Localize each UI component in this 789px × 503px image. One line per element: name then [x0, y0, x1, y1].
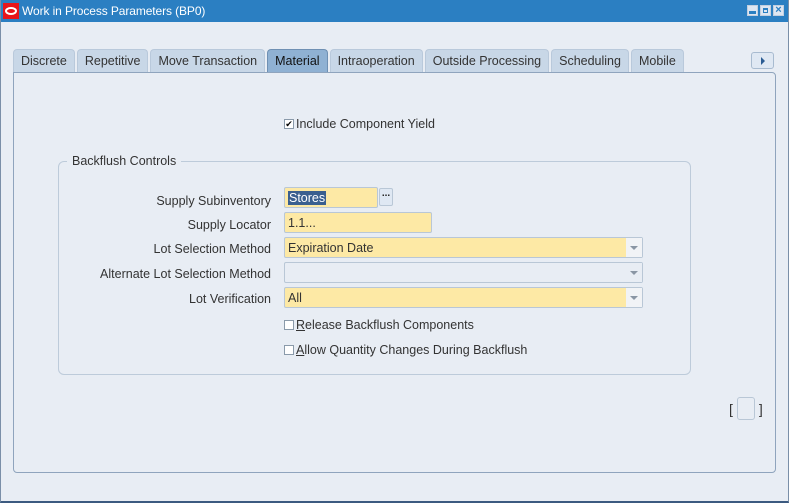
chevron-down-icon[interactable]	[626, 288, 642, 307]
checkbox-unchecked-icon[interactable]	[284, 345, 294, 355]
tab-material[interactable]: Material	[267, 49, 328, 72]
supply-subinventory-field[interactable]: Stores	[284, 187, 378, 208]
flexfield-input[interactable]	[736, 397, 755, 420]
release-backflush-components-checkbox[interactable]: Release Backflush Components	[284, 318, 474, 332]
alternate-lot-selection-method-label: Alternate Lot Selection Method	[100, 267, 271, 281]
tab-discrete[interactable]: Discrete	[13, 49, 75, 72]
descriptive-flexfield: [ ]	[729, 397, 763, 420]
list-of-values-button[interactable]: ...	[379, 188, 393, 206]
checkbox-checked-icon[interactable]: ✔	[284, 119, 294, 129]
flexfield-close-bracket: ]	[758, 400, 763, 417]
minimize-icon[interactable]	[747, 5, 758, 16]
backflush-controls-title: Backflush Controls	[67, 154, 182, 168]
lot-verification-value: All	[288, 290, 302, 305]
supply-locator-label: Supply Locator	[187, 218, 271, 232]
close-icon[interactable]: ×	[773, 5, 784, 16]
flexfield-open-bracket: [	[729, 400, 733, 417]
supply-subinventory-value: Stores	[288, 190, 327, 205]
lot-verification-select[interactable]: All	[284, 287, 643, 308]
oracle-logo-icon	[3, 3, 19, 19]
lot-verification-label: Lot Verification	[189, 292, 271, 306]
window-title: Work in Process Parameters (BP0)	[22, 4, 206, 18]
window: Work in Process Parameters (BP0) × Discr…	[0, 0, 789, 503]
lot-selection-method-value: Expiration Date	[288, 240, 374, 255]
chevron-down-icon[interactable]	[626, 263, 642, 282]
alternate-lot-selection-method-select[interactable]	[284, 262, 643, 283]
allow-quantity-changes-checkbox[interactable]: Allow Quantity Changes During Backflush	[284, 343, 527, 357]
supply-subinventory-label: Supply Subinventory	[156, 194, 271, 208]
include-component-yield-checkbox[interactable]: ✔ Include Component Yield	[284, 117, 435, 131]
tab-move-transaction[interactable]: Move Transaction	[150, 49, 266, 72]
tab-scroll-button[interactable]	[751, 52, 774, 69]
tab-intraoperation[interactable]: Intraoperation	[329, 49, 423, 72]
tab-scheduling[interactable]: Scheduling	[551, 49, 629, 72]
lot-selection-method-select[interactable]: Expiration Date	[284, 237, 643, 258]
lot-selection-method-label: Lot Selection Method	[153, 242, 271, 256]
tab-repetitive[interactable]: Repetitive	[76, 49, 149, 72]
arrow-right-icon	[760, 56, 765, 65]
supply-locator-field[interactable]: 1.1...	[284, 212, 432, 233]
include-component-yield-label: Include Component Yield	[296, 117, 435, 131]
title-bar: Work in Process Parameters (BP0) ×	[1, 0, 788, 22]
release-backflush-components-label: Release Backflush Components	[296, 318, 474, 332]
checkbox-unchecked-icon[interactable]	[284, 320, 294, 330]
tab-outside-processing[interactable]: Outside Processing	[424, 49, 550, 72]
tab-mobile[interactable]: Mobile	[630, 49, 684, 72]
chevron-down-icon[interactable]	[626, 238, 642, 257]
tab-strip: Discrete Repetitive Move Transaction Mat…	[13, 49, 686, 72]
maximize-icon[interactable]	[760, 5, 771, 16]
allow-quantity-changes-label: Allow Quantity Changes During Backflush	[296, 343, 528, 357]
